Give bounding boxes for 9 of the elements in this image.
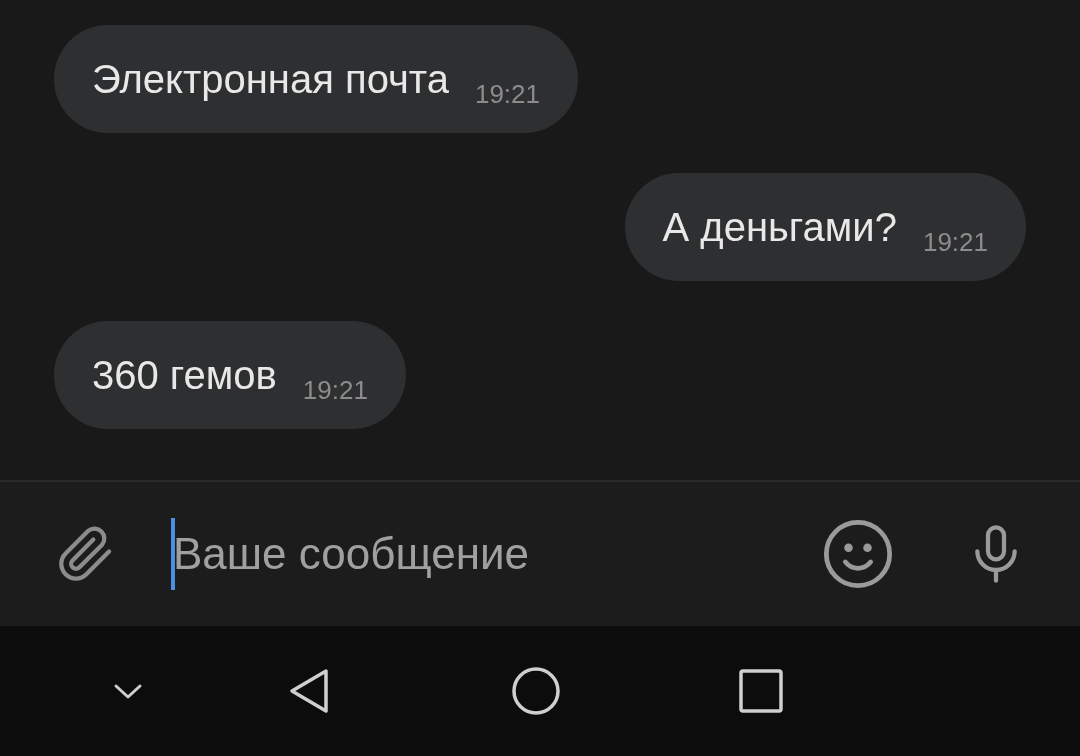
message-text: А деньгами?: [662, 207, 897, 247]
recents-icon[interactable]: [738, 668, 784, 714]
message-time: 19:21: [474, 81, 541, 107]
message-text: 360 гемов: [92, 355, 277, 395]
message-field[interactable]: Ваше сообщение: [173, 521, 733, 587]
message-time: 19:21: [922, 229, 988, 255]
message-time: 19:21: [302, 377, 368, 403]
message-text: Электронная почта: [92, 59, 449, 99]
home-icon[interactable]: [510, 665, 562, 717]
